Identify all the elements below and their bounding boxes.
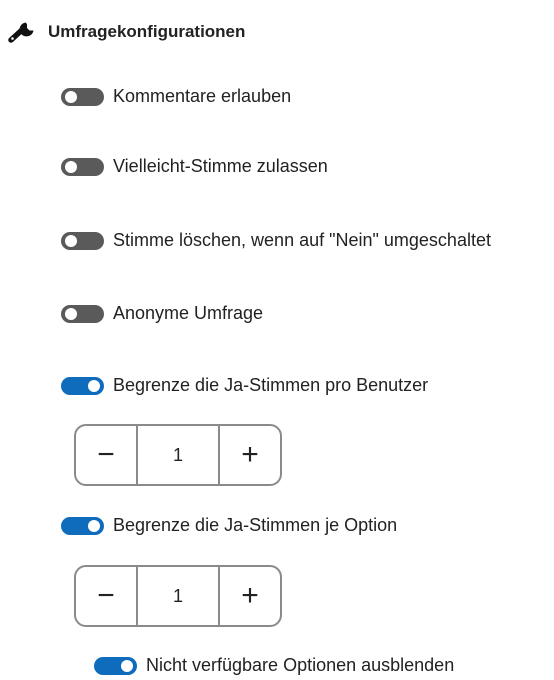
option-label: Anonyme Umfrage <box>113 303 264 323</box>
toggle-knob <box>65 234 77 247</box>
increment-button[interactable]: + <box>220 567 280 625</box>
per-user-stepper[interactable]: − 1 + <box>74 424 282 486</box>
section-title: Umfragekonfigurationen <box>48 22 246 41</box>
option-label: Kommentare erlauben <box>113 86 292 106</box>
option-label: Nicht verfügbare Optionen ausblenden <box>146 655 455 675</box>
increment-button[interactable]: + <box>220 426 280 484</box>
toggle-knob <box>88 379 100 392</box>
allow-comments-toggle[interactable] <box>61 87 104 106</box>
option-limit-per-user[interactable]: Begrenze die Ja-Stimmen pro Benutzer <box>61 375 428 396</box>
option-delete-on-no[interactable]: Stimme löschen, wenn auf "Nein" umgescha… <box>61 230 491 251</box>
toggle-knob <box>65 90 77 103</box>
allow-maybe-toggle[interactable] <box>61 157 104 176</box>
option-anonymous[interactable]: Anonyme Umfrage <box>61 303 263 324</box>
toggle-knob <box>121 659 133 672</box>
delete-on-no-toggle[interactable] <box>61 231 104 250</box>
option-label: Begrenze die Ja-Stimmen je Option <box>113 515 398 535</box>
anonymous-toggle[interactable] <box>61 304 104 323</box>
limit-per-user-toggle[interactable] <box>61 376 104 395</box>
stepper-value[interactable]: 1 <box>136 426 220 484</box>
toggle-knob <box>65 307 77 320</box>
toggle-knob <box>88 519 100 532</box>
stepper-value[interactable]: 1 <box>136 567 220 625</box>
decrement-button[interactable]: − <box>76 567 136 625</box>
decrement-button[interactable]: − <box>76 426 136 484</box>
section-header: Umfragekonfigurationen <box>8 18 245 46</box>
toggle-knob <box>65 160 77 173</box>
per-option-stepper[interactable]: − 1 + <box>74 565 282 627</box>
option-hide-unavailable[interactable]: Nicht verfügbare Optionen ausblenden <box>94 655 454 676</box>
option-limit-per-option[interactable]: Begrenze die Ja-Stimmen je Option <box>61 515 397 536</box>
hide-unavailable-toggle[interactable] <box>94 656 137 675</box>
option-label: Stimme löschen, wenn auf "Nein" umgescha… <box>113 230 491 250</box>
option-label: Begrenze die Ja-Stimmen pro Benutzer <box>113 375 429 395</box>
option-label: Vielleicht-Stimme zulassen <box>113 156 328 176</box>
wrench-icon <box>8 18 40 46</box>
option-allow-maybe[interactable]: Vielleicht-Stimme zulassen <box>61 156 328 177</box>
option-allow-comments[interactable]: Kommentare erlauben <box>61 86 291 107</box>
limit-per-option-toggle[interactable] <box>61 516 104 535</box>
